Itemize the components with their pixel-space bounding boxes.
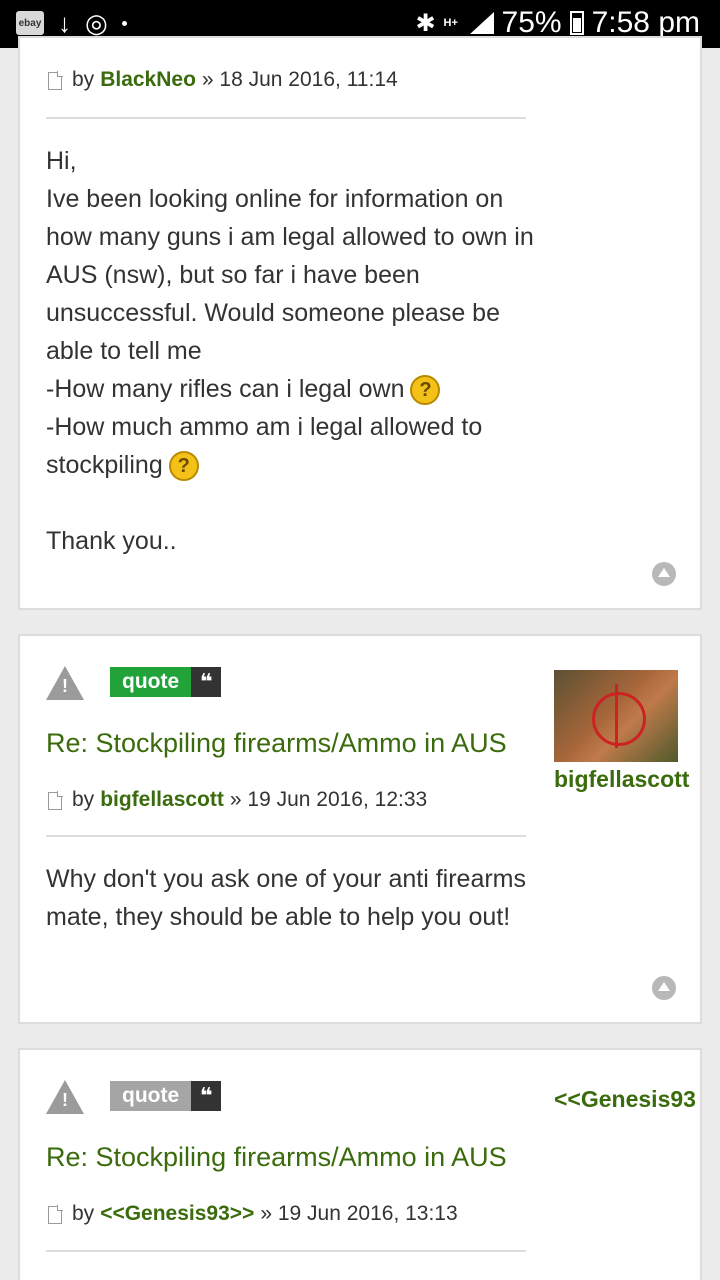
report-warning-icon[interactable]: ! (46, 666, 84, 700)
post-3: ! quote ❝ Re: Stockpiling firearms/Ammo … (18, 1048, 702, 1280)
sidebar-username[interactable]: bigfellascott (554, 766, 689, 793)
sidebar-username[interactable]: <<Genesis93 (554, 1086, 696, 1113)
notification-dot-icon (121, 20, 127, 26)
back-to-top-icon[interactable] (652, 562, 676, 586)
post-line (46, 484, 536, 522)
quote-icon: ❝ (191, 1081, 222, 1111)
by-label: by (72, 68, 95, 91)
divider (46, 1250, 526, 1252)
divider (46, 835, 526, 837)
post-body: Why don't you ask one of your anti firea… (46, 865, 526, 931)
by-label: by (72, 1202, 95, 1225)
post-line: Ive been looking online for information … (46, 185, 534, 365)
ebay-app-icon: ebay (16, 11, 44, 35)
quote-button[interactable]: quote ❝ (110, 667, 222, 697)
post-body: Hi, Ive been looking online for informat… (46, 142, 536, 560)
clock: 7:58 pm (591, 6, 700, 39)
post-1: by BlackNeo » 18 Jun 2016, 11:14 Hi, Ive… (18, 36, 702, 610)
battery-percent: 75% (501, 6, 562, 39)
post-meta: by bigfellascott » 19 Jun 2016, 12:33 (48, 788, 427, 812)
report-warning-icon[interactable]: ! (46, 1080, 84, 1114)
post-line: Thank you.. (46, 527, 177, 555)
post-date: » 19 Jun 2016, 12:33 (229, 788, 428, 811)
download-icon: ↓ (58, 8, 71, 38)
battery-icon (569, 11, 584, 35)
question-icon: ? (168, 451, 199, 482)
quote-button[interactable]: quote ❝ (110, 1081, 222, 1111)
document-icon (48, 1205, 63, 1224)
back-to-top-icon[interactable] (652, 976, 676, 1000)
post-line: -How many rifles can i legal own? (46, 370, 536, 408)
post-title[interactable]: Re: Stockpiling firearms/Ammo in AUS (46, 1142, 507, 1173)
post-meta: by BlackNeo » 18 Jun 2016, 11:14 (48, 68, 398, 92)
post-line: -How much ammo am i legal allowed to sto… (46, 408, 536, 484)
network-type: H+ (443, 17, 458, 29)
post-line: Hi, (46, 147, 77, 175)
avatar[interactable] (554, 670, 678, 762)
author-link[interactable]: bigfellascott (100, 788, 224, 812)
quote-icon: ❝ (191, 667, 222, 697)
document-icon (48, 791, 63, 810)
post-title[interactable]: Re: Stockpiling firearms/Ammo in AUS (46, 728, 507, 759)
post-2: ! quote ❝ Re: Stockpiling firearms/Ammo … (18, 634, 702, 1024)
signal-icon (468, 12, 494, 34)
document-icon (48, 71, 63, 90)
author-link[interactable]: BlackNeo (100, 68, 196, 92)
question-icon: ? (410, 375, 441, 406)
author-link[interactable]: <<Genesis93>> (100, 1202, 254, 1226)
post-date: » 19 Jun 2016, 13:13 (260, 1202, 458, 1225)
divider (46, 117, 526, 119)
post-meta: by <<Genesis93>> » 19 Jun 2016, 13:13 (48, 1202, 458, 1226)
quote-label: quote (110, 1081, 192, 1111)
sync-icon: ◎ (85, 8, 108, 38)
post-date: » 18 Jun 2016, 11:14 (201, 68, 398, 91)
by-label: by (72, 788, 95, 811)
bluetooth-icon: ✱ (415, 9, 436, 37)
quote-label: quote (110, 667, 192, 697)
